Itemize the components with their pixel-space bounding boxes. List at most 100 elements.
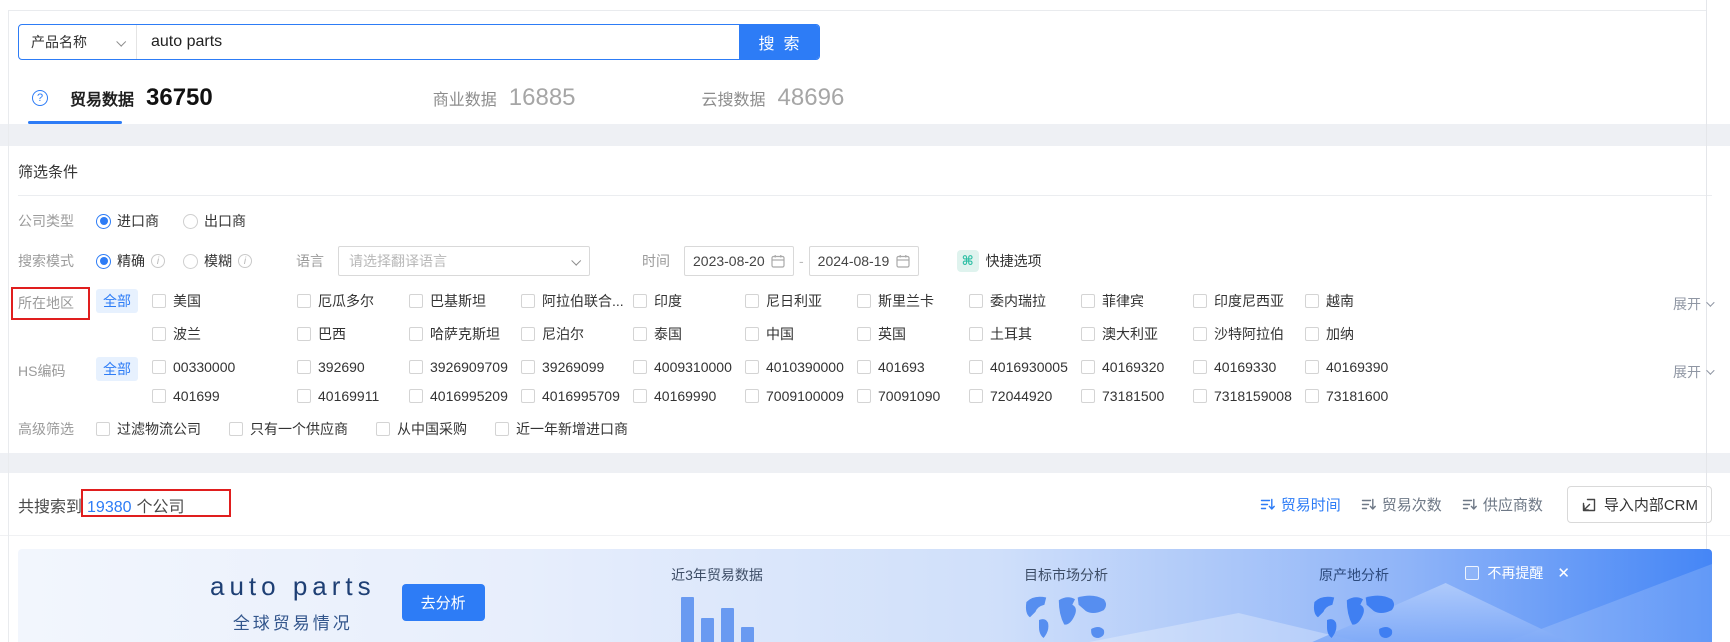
checkbox-icon[interactable]	[409, 294, 423, 308]
hs-option[interactable]: 40169390	[1305, 359, 1654, 375]
radio-exact[interactable]: 精确	[96, 251, 145, 271]
hs-option[interactable]: 4009310000	[633, 359, 745, 375]
checkbox-icon[interactable]	[96, 422, 110, 436]
hs-option[interactable]: 392690	[297, 359, 409, 375]
sort-supplier-count[interactable]: 供应商数	[1462, 494, 1543, 515]
checkbox-icon[interactable]	[857, 389, 871, 403]
tab-cloud-search-data[interactable]: 云搜数据 48696	[702, 84, 845, 112]
checkbox-icon[interactable]	[1305, 294, 1319, 308]
dismiss-label[interactable]: 不再提醒	[1487, 563, 1543, 583]
checkbox-icon[interactable]	[1081, 389, 1095, 403]
hs-option[interactable]: 4016930005	[969, 359, 1081, 375]
hs-option[interactable]: 401693	[857, 359, 969, 375]
hs-option[interactable]: 3926909709	[409, 359, 521, 375]
checkbox-icon[interactable]	[1193, 360, 1207, 374]
hs-option[interactable]: 70091090	[857, 388, 969, 404]
checkbox-icon[interactable]	[1193, 294, 1207, 308]
search-input[interactable]	[137, 25, 739, 59]
region-option[interactable]: 越南	[1305, 291, 1654, 311]
dismiss-checkbox[interactable]	[1465, 566, 1480, 580]
hs-option[interactable]: 40169330	[1193, 359, 1305, 375]
checkbox-icon[interactable]	[1081, 294, 1095, 308]
checkbox-icon[interactable]	[297, 389, 311, 403]
checkbox-icon[interactable]	[409, 389, 423, 403]
quick-options-button[interactable]: 快捷选项	[956, 250, 1042, 272]
checkbox-icon[interactable]	[745, 294, 759, 308]
checkbox-icon[interactable]	[857, 360, 871, 374]
checkbox-icon[interactable]	[521, 327, 535, 341]
region-option[interactable]: 印度尼西亚	[1193, 291, 1305, 311]
checkbox-icon[interactable]	[521, 360, 535, 374]
checkbox-icon[interactable]	[745, 360, 759, 374]
checkbox-icon[interactable]	[633, 360, 647, 374]
tab-business-data[interactable]: 商业数据 16885	[433, 84, 576, 112]
region-option[interactable]: 印度	[633, 291, 745, 311]
checkbox-icon[interactable]	[152, 389, 166, 403]
search-category-dropdown[interactable]: 产品名称	[19, 25, 137, 59]
language-select[interactable]: 请选择翻译语言	[338, 246, 590, 276]
checkbox-icon[interactable]	[297, 360, 311, 374]
tab-trade-data[interactable]: 贸易数据 36750	[28, 84, 213, 124]
start-date-input[interactable]: 2023-08-20	[684, 246, 794, 276]
import-crm-button[interactable]: 导入内部CRM	[1566, 486, 1712, 523]
advanced-option[interactable]: 从中国采购	[376, 419, 467, 439]
checkbox-icon[interactable]	[152, 327, 166, 341]
hs-option[interactable]: 72044920	[969, 388, 1081, 404]
info-icon[interactable]	[151, 254, 165, 268]
sort-trade-time[interactable]: 贸易时间	[1260, 494, 1341, 515]
checkbox-icon[interactable]	[969, 389, 983, 403]
hs-option[interactable]: 4010390000	[745, 359, 857, 375]
region-option[interactable]: 美国	[152, 291, 297, 311]
checkbox-icon[interactable]	[969, 327, 983, 341]
region-option[interactable]: 菲律宾	[1081, 291, 1193, 311]
region-option[interactable]: 中国	[745, 324, 857, 344]
region-option[interactable]: 英国	[857, 324, 969, 344]
region-option[interactable]: 澳大利亚	[1081, 324, 1193, 344]
close-icon[interactable]	[1557, 564, 1570, 582]
checkbox-icon[interactable]	[857, 294, 871, 308]
hs-option[interactable]: 4016995209	[409, 388, 521, 404]
hs-expand-link[interactable]: 展开	[1673, 362, 1715, 382]
hs-option[interactable]: 40169911	[297, 388, 409, 404]
checkbox-icon[interactable]	[1081, 360, 1095, 374]
radio-exporter[interactable]: 出口商	[183, 211, 246, 231]
region-option[interactable]: 巴西	[297, 324, 409, 344]
analyze-button[interactable]: 去分析	[401, 584, 485, 621]
checkbox-icon[interactable]	[297, 294, 311, 308]
checkbox-icon[interactable]	[1305, 389, 1319, 403]
checkbox-icon[interactable]	[969, 360, 983, 374]
checkbox-icon[interactable]	[521, 294, 535, 308]
hs-option[interactable]: 00330000	[152, 359, 297, 375]
end-date-input[interactable]: 2024-08-19	[808, 246, 919, 276]
checkbox-icon[interactable]	[152, 294, 166, 308]
region-option[interactable]: 委内瑞拉	[969, 291, 1081, 311]
region-option[interactable]: 泰国	[633, 324, 745, 344]
region-option[interactable]: 哈萨克斯坦	[409, 324, 521, 344]
hs-option[interactable]: 39269099	[521, 359, 633, 375]
checkbox-icon[interactable]	[1305, 327, 1319, 341]
hs-option[interactable]: 73181600	[1305, 388, 1654, 404]
advanced-option[interactable]: 过滤物流公司	[96, 419, 201, 439]
checkbox-icon[interactable]	[376, 422, 390, 436]
checkbox-icon[interactable]	[633, 294, 647, 308]
checkbox-icon[interactable]	[745, 327, 759, 341]
region-all-chip[interactable]: 全部	[96, 289, 138, 313]
checkbox-icon[interactable]	[1305, 360, 1319, 374]
region-option[interactable]: 波兰	[152, 324, 297, 344]
checkbox-icon[interactable]	[152, 360, 166, 374]
advanced-option[interactable]: 只有一个供应商	[229, 419, 348, 439]
checkbox-icon[interactable]	[633, 389, 647, 403]
sort-trade-count[interactable]: 贸易次数	[1361, 494, 1442, 515]
region-option[interactable]: 阿拉伯联合...	[521, 291, 633, 311]
region-option[interactable]: 尼日利亚	[745, 291, 857, 311]
checkbox-icon[interactable]	[1193, 389, 1207, 403]
advanced-option[interactable]: 近一年新增进口商	[495, 419, 628, 439]
hs-option[interactable]: 40169320	[1081, 359, 1193, 375]
checkbox-icon[interactable]	[745, 389, 759, 403]
region-option[interactable]: 巴基斯坦	[409, 291, 521, 311]
radio-fuzzy[interactable]: 模糊	[183, 251, 232, 271]
info-icon[interactable]	[238, 254, 252, 268]
checkbox-icon[interactable]	[495, 422, 509, 436]
region-option[interactable]: 斯里兰卡	[857, 291, 969, 311]
hs-option[interactable]: 7318159008	[1193, 388, 1305, 404]
